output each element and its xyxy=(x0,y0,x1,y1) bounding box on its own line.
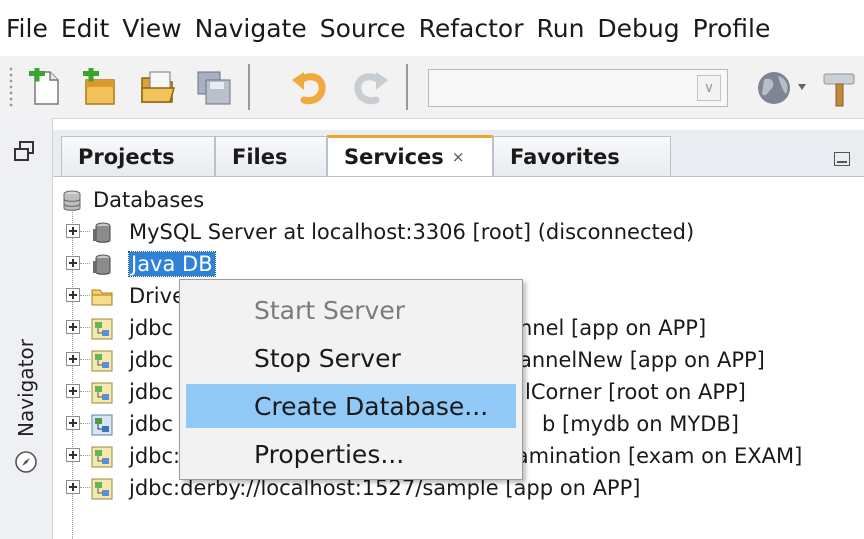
chevron-down-icon[interactable]: ∨ xyxy=(697,75,721,101)
tree-node-label-suffix: nnel [app on APP] xyxy=(519,316,707,340)
tree-branch-line xyxy=(80,455,90,456)
tree-branch-line xyxy=(80,295,90,296)
menu-item-stop-server[interactable]: Stop Server xyxy=(186,336,516,380)
tree-node-label-suffix: annelNew [app on APP] xyxy=(519,348,765,372)
tree-branch-line xyxy=(80,231,90,232)
menu-item-label: Create Database... xyxy=(254,391,489,421)
menu-item-start-server[interactable]: Start Server xyxy=(186,288,516,332)
tree-node-prefix: jdbc xyxy=(129,348,174,372)
build-hammer-icon[interactable] xyxy=(818,68,858,108)
configuration-combo[interactable]: ∨ xyxy=(428,69,728,107)
expand-icon[interactable] xyxy=(66,416,80,430)
menu-edit[interactable]: Edit xyxy=(61,14,109,43)
expand-icon[interactable] xyxy=(66,288,80,302)
database-server-icon xyxy=(93,222,111,243)
tree-node-label-suffix: lCorner [root on APP] xyxy=(525,380,746,404)
toolbar: ∨ xyxy=(0,56,864,119)
tab-label: Files xyxy=(232,144,288,169)
navigator-label: Navigator xyxy=(14,339,38,437)
menu-item-create-database[interactable]: Create Database... xyxy=(186,384,516,428)
menu-item-label: Start Server xyxy=(254,295,406,325)
tree-node-label: MySQL Server at localhost:3306 [root] (d… xyxy=(129,220,695,244)
save-all-icon[interactable] xyxy=(194,68,234,108)
tree-root-label: Databases xyxy=(93,188,205,212)
expand-icon[interactable] xyxy=(66,480,80,494)
tree-node-prefix: jdbc xyxy=(129,316,174,340)
tree-branch-line xyxy=(80,423,90,424)
toolbar-separator xyxy=(406,64,408,110)
new-project-icon[interactable] xyxy=(80,68,120,108)
tab-label: Projects xyxy=(78,144,175,169)
new-file-icon[interactable] xyxy=(26,68,66,108)
menu-source[interactable]: Source xyxy=(320,14,406,43)
folder-icon xyxy=(91,289,113,306)
restore-window-icon[interactable] xyxy=(12,140,36,164)
tree-node-label: Java DB xyxy=(128,251,216,277)
tree-branch-line xyxy=(80,327,90,328)
tab-label: Services xyxy=(344,145,444,169)
tab-favorites[interactable]: Favorites xyxy=(493,136,671,176)
tree-node-label-suffix: b [mydb on MYDB] xyxy=(542,412,739,436)
globe-icon[interactable] xyxy=(756,68,796,108)
menu-profile[interactable]: Profile xyxy=(693,14,771,43)
navigator-side-tab[interactable]: Navigator xyxy=(4,300,48,480)
menu-item-label: Properties... xyxy=(254,439,405,469)
tab-services[interactable]: Services × xyxy=(327,135,493,176)
tab-files[interactable]: Files xyxy=(215,136,327,176)
menu-navigate[interactable]: Navigate xyxy=(195,14,307,43)
tree-node-mysql[interactable]: MySQL Server at localhost:3306 [root] (d… xyxy=(53,217,864,249)
tree-node-prefix: jdbc xyxy=(129,412,174,436)
undo-icon[interactable] xyxy=(290,68,330,108)
context-menu: Start Server Stop Server Create Database… xyxy=(179,279,523,480)
menu-debug[interactable]: Debug xyxy=(597,14,679,43)
menu-run[interactable]: Run xyxy=(536,14,584,43)
menu-view[interactable]: View xyxy=(122,14,181,43)
connection-icon xyxy=(91,382,113,404)
connection-connected-icon xyxy=(91,414,113,436)
menu-item-label: Stop Server xyxy=(254,343,401,373)
connection-icon xyxy=(91,446,113,468)
tree-branch-line xyxy=(80,263,90,264)
connection-icon xyxy=(91,350,113,372)
menu-refactor[interactable]: Refactor xyxy=(419,14,524,43)
expand-icon[interactable] xyxy=(66,320,80,334)
tab-label: Favorites xyxy=(510,144,620,169)
compass-icon xyxy=(15,451,37,473)
database-icon xyxy=(63,190,81,211)
expand-icon[interactable] xyxy=(66,352,80,366)
menu-file[interactable]: File xyxy=(6,14,48,43)
database-server-icon xyxy=(93,254,111,275)
expand-icon[interactable] xyxy=(66,448,80,462)
connection-icon xyxy=(91,478,113,500)
redo-icon[interactable] xyxy=(350,68,390,108)
window-tab-bar: Projects Files Services × Favorites xyxy=(53,130,864,177)
expand-icon[interactable] xyxy=(66,256,80,270)
menu-bar: File Edit View Navigate Source Refactor … xyxy=(0,0,864,56)
globe-dropdown-icon[interactable] xyxy=(798,84,806,90)
tree-branch-line xyxy=(80,487,90,488)
close-tab-icon[interactable]: × xyxy=(452,148,465,166)
tree-branch-line xyxy=(80,391,90,392)
toolbar-separator xyxy=(248,64,250,110)
open-project-icon[interactable] xyxy=(138,68,178,108)
connection-icon xyxy=(91,318,113,340)
tree-node-prefix: jdbc xyxy=(129,380,174,404)
toolbar-grip[interactable] xyxy=(8,66,14,108)
menu-item-properties[interactable]: Properties... xyxy=(186,432,516,476)
minimize-window-button[interactable] xyxy=(834,152,850,166)
expand-icon[interactable] xyxy=(66,224,80,238)
tree-branch-line xyxy=(80,359,90,360)
tree-root-databases[interactable]: Databases xyxy=(53,185,864,217)
expand-icon[interactable] xyxy=(66,384,80,398)
tab-projects[interactable]: Projects xyxy=(61,136,215,176)
left-sidebar-gutter: Navigator xyxy=(0,118,53,539)
tree-node-java-db[interactable]: Java DB xyxy=(53,249,864,281)
